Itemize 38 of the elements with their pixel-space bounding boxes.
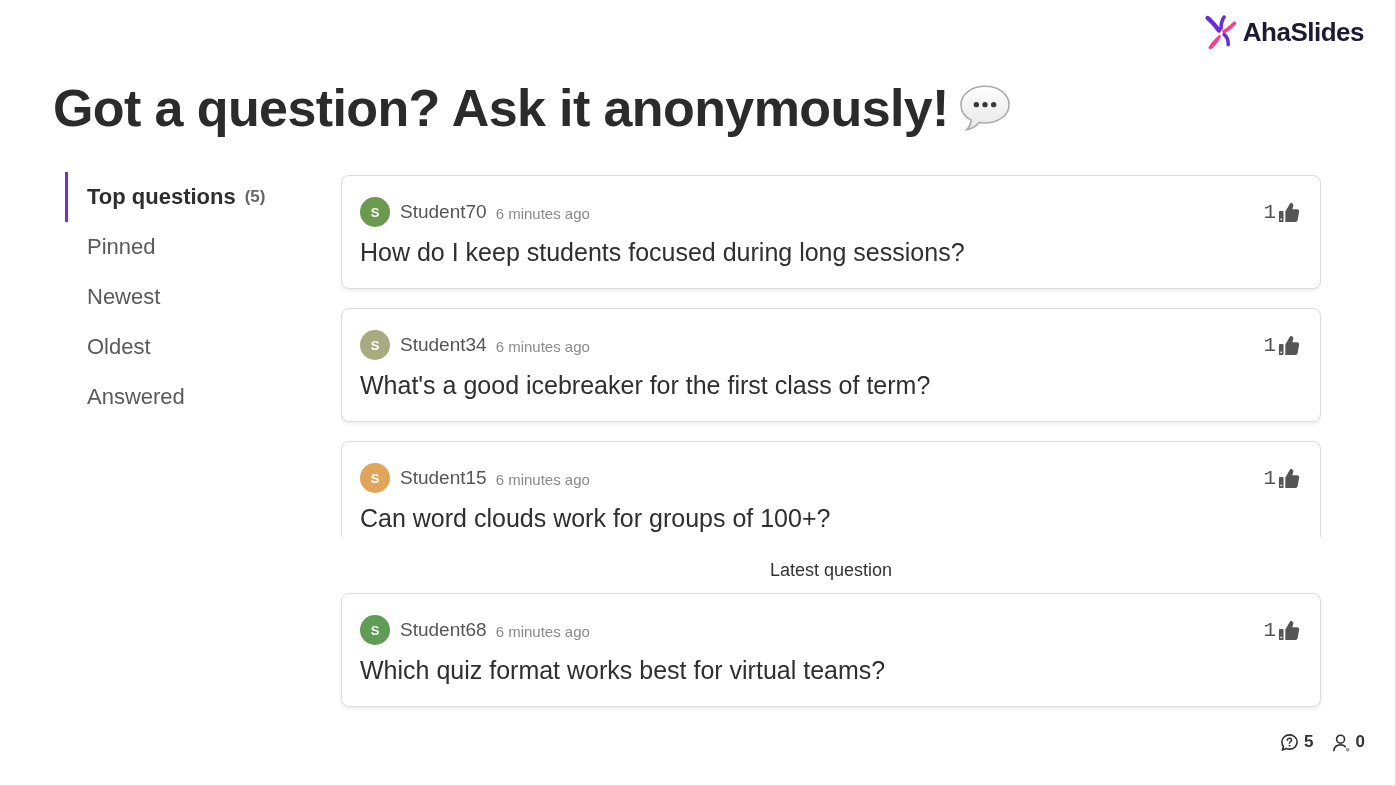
avatar: S <box>360 615 390 645</box>
author-name: Student34 <box>400 334 487 356</box>
thumbs-up-icon <box>1278 619 1300 641</box>
question-text: Which quiz format works best for virtual teams? <box>360 655 887 686</box>
timestamp: 6 minutes ago <box>495 471 590 488</box>
filter-tab[interactable]: Pinned <box>65 222 156 272</box>
timestamp: 6 minutes ago <box>495 623 590 640</box>
like-button[interactable]: 1 <box>1263 333 1300 357</box>
question-bubble-icon <box>1280 732 1300 752</box>
thumbs-up-icon <box>1278 334 1300 356</box>
brand-name: AhaSlides <box>1242 16 1364 48</box>
user-icon <box>1331 732 1351 752</box>
participant-count: 0 <box>1355 732 1365 752</box>
section-label: Latest question <box>768 559 894 582</box>
like-button[interactable]: 1 <box>1263 466 1300 490</box>
filter-tab[interactable]: Answered <box>65 372 185 422</box>
avatar: S <box>360 463 390 493</box>
like-button[interactable]: 1 <box>1263 618 1300 642</box>
author-name: Student15 <box>400 467 487 489</box>
filter-tab[interactable]: Newest <box>65 272 161 322</box>
timestamp: 6 minutes ago <box>495 338 590 355</box>
timestamp: 6 minutes ago <box>495 205 590 222</box>
speech-bubble-icon <box>958 84 1011 132</box>
question-count: 5 <box>1304 732 1314 752</box>
thumbs-up-icon <box>1278 201 1300 223</box>
question-text: How do I keep students focused during long sessions? <box>360 237 966 268</box>
like-button[interactable]: 1 <box>1263 200 1300 224</box>
filter-tab[interactable]: Oldest <box>65 322 151 372</box>
question-text: Can word clouds work for groups of 100+? <box>360 503 832 534</box>
page-title: Got a question? Ask it anonymously! <box>53 78 949 138</box>
thumbs-up-icon <box>1278 467 1300 489</box>
author-name: Student68 <box>400 619 487 641</box>
filter-tab[interactable]: Top questions (5) <box>65 172 266 222</box>
avatar: S <box>360 197 390 227</box>
author-name: Student70 <box>400 201 487 223</box>
avatar: S <box>360 330 390 360</box>
question-text: What's a good icebreaker for the first class of term? <box>360 370 932 401</box>
sparkle-logo-icon <box>1204 14 1237 50</box>
